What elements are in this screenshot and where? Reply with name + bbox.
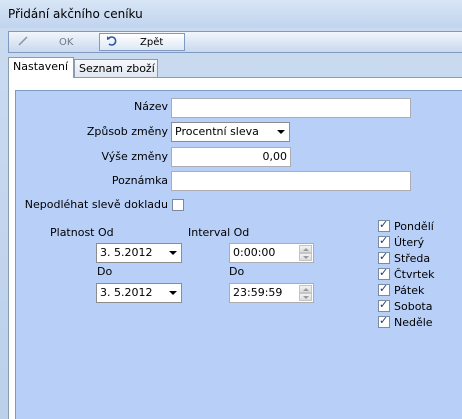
interval-from-value: 0:00:00 — [233, 246, 276, 259]
day-tuesday-checkbox[interactable] — [378, 234, 390, 248]
note-label: Poznámka — [111, 174, 168, 187]
validity-to-label: Do — [97, 265, 113, 278]
change-amount-input[interactable]: 0,00 — [171, 147, 291, 167]
change-mode-label: Způsob změny — [86, 125, 168, 138]
validity-to-value: 3. 5.2012 — [100, 286, 153, 299]
day-wednesday[interactable]: Středa — [378, 250, 431, 265]
no-receipt-discount-label: Nepodléhat slevě dokladu — [24, 198, 168, 211]
day-sunday[interactable]: Neděle — [378, 314, 433, 329]
change-mode-select[interactable]: Procentní sleva — [171, 122, 290, 142]
interval-to-label: Do — [229, 265, 245, 278]
ok-button-label: OK — [59, 36, 74, 48]
change-mode-value: Procentní sleva — [175, 125, 259, 138]
change-amount-label: Výše změny — [101, 150, 168, 163]
day-sunday-label: Neděle — [394, 315, 433, 329]
time-spinner[interactable] — [299, 245, 312, 261]
name-input[interactable] — [171, 98, 411, 118]
dropdown-arrow-icon — [169, 251, 177, 255]
back-button-label: Zpět — [140, 36, 164, 48]
validity-from-label: Platnost Od — [50, 226, 114, 239]
day-friday-label: Pátek — [394, 283, 425, 297]
day-saturday[interactable]: Sobota — [378, 298, 433, 313]
dropdown-arrow-icon — [169, 291, 177, 295]
validity-from-date[interactable]: 3. 5.2012 — [96, 243, 182, 263]
checkmark-icon — [17, 35, 31, 50]
name-label: Název — [133, 100, 168, 113]
day-saturday-checkbox[interactable] — [378, 298, 390, 312]
undo-arrow-icon — [106, 35, 118, 50]
day-friday[interactable]: Pátek — [378, 282, 425, 297]
ok-button[interactable]: OK — [11, 33, 97, 51]
time-spinner[interactable] — [299, 285, 312, 301]
day-tuesday-label: Úterý — [394, 235, 425, 249]
interval-from-time[interactable]: 0:00:00 — [229, 243, 314, 263]
interval-to-time[interactable]: 23:59:59 — [229, 283, 314, 303]
back-button[interactable]: Zpět — [99, 33, 185, 51]
tab-settings[interactable]: Nastavení — [8, 57, 74, 78]
day-monday-checkbox[interactable] — [378, 218, 390, 232]
dialog-window: Přidání akčního ceníku OK Zpět Nastavení… — [0, 0, 462, 419]
day-monday[interactable]: Pondělí — [378, 218, 434, 233]
day-saturday-label: Sobota — [394, 299, 433, 313]
day-thursday-label: Čtvrtek — [394, 267, 435, 281]
day-friday-checkbox[interactable] — [378, 282, 390, 296]
validity-from-value: 3. 5.2012 — [100, 246, 153, 259]
day-sunday-checkbox[interactable] — [378, 314, 390, 328]
day-thursday-checkbox[interactable] — [378, 266, 390, 280]
interval-to-value: 23:59:59 — [233, 286, 283, 299]
day-tuesday[interactable]: Úterý — [378, 234, 425, 249]
toolbar: OK Zpět — [8, 31, 462, 53]
day-thursday[interactable]: Čtvrtek — [378, 266, 435, 281]
dropdown-arrow-icon — [277, 130, 285, 134]
day-wednesday-checkbox[interactable] — [378, 250, 390, 264]
note-input[interactable] — [171, 171, 411, 191]
no-receipt-discount-checkbox[interactable] — [172, 199, 184, 211]
window-title: Přidání akčního ceníku — [8, 7, 143, 21]
interval-from-label: Interval Od — [188, 226, 250, 239]
tab-strip: Nastavení Seznam zboží — [8, 57, 462, 78]
title-bar: Přidání akčního ceníku — [0, 0, 462, 28]
day-wednesday-label: Středa — [394, 251, 431, 265]
tab-product-list[interactable]: Seznam zboží — [74, 59, 158, 77]
validity-to-date[interactable]: 3. 5.2012 — [96, 283, 182, 303]
day-monday-label: Pondělí — [394, 219, 434, 233]
